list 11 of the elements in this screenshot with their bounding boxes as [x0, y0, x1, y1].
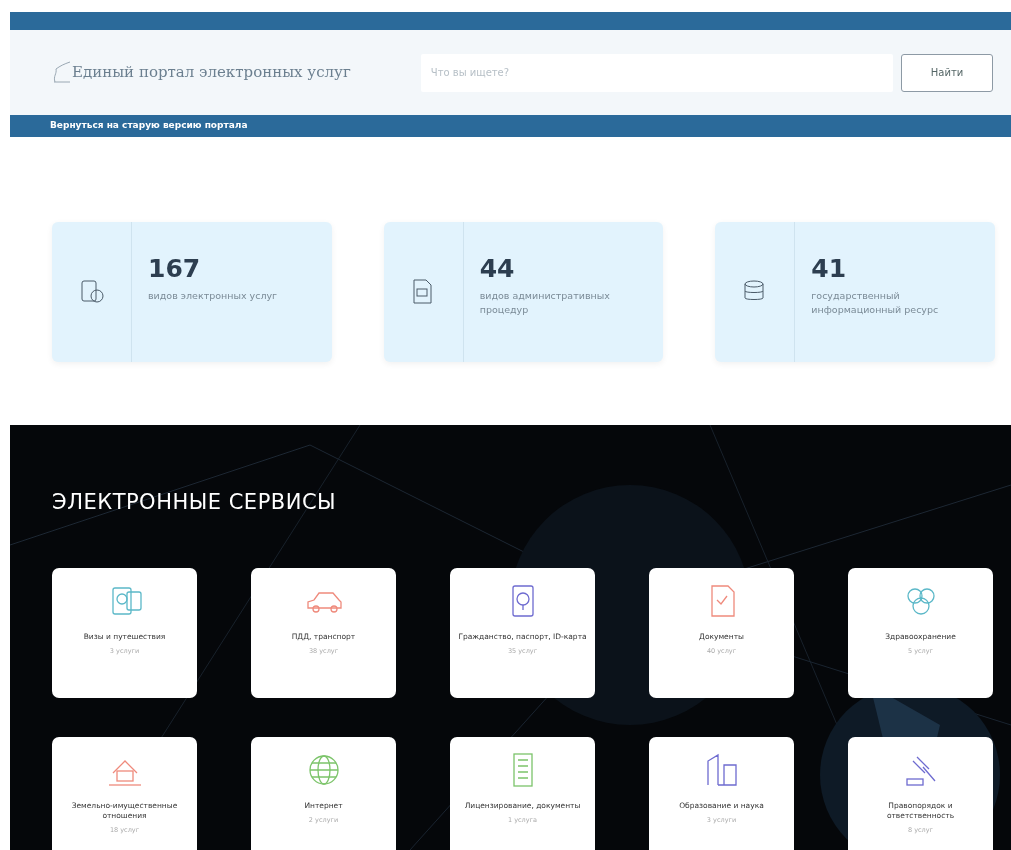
search-field[interactable]: Что вы ищете? — [420, 53, 893, 92]
old-version-link[interactable]: Вернуться на старую версию портала — [50, 119, 248, 133]
stat-number: 41 — [811, 256, 848, 281]
stat-number: 167 — [148, 256, 202, 281]
stat-caption: видов административных процедур — [479, 289, 611, 317]
stat-caption: видов электронных услуг — [148, 289, 278, 303]
search-button[interactable]: Найти — [901, 53, 993, 92]
logo-text[interactable]: Единый портал электронных услуг — [72, 61, 351, 84]
stat-number: 44 — [479, 256, 516, 281]
section-title: ЭЛЕКТРОННЫЕ СЕРВИСЫ — [51, 489, 338, 516]
stat-caption: государственный информационный ресурс — [811, 289, 940, 317]
